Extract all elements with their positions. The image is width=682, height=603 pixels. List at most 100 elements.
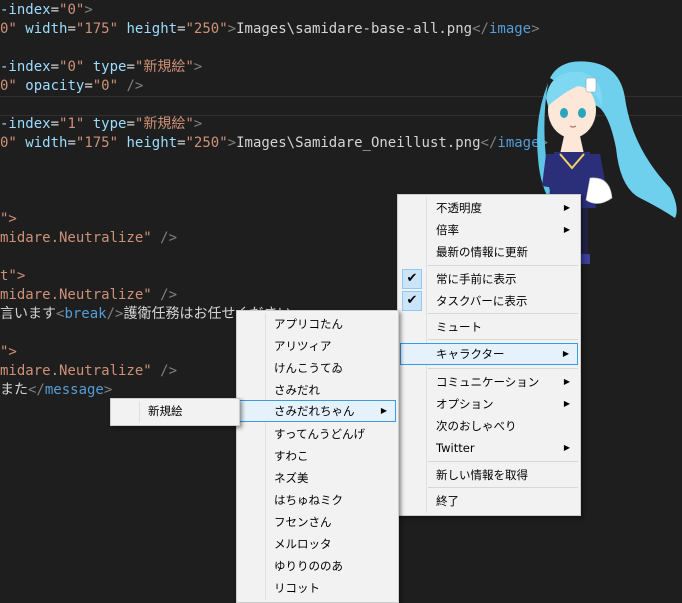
code-line: -index="1" type="新規絵"> — [0, 115, 202, 134]
menu-separator — [428, 265, 578, 266]
code-token: "175" — [75, 21, 119, 37]
menu-item-label: 最新の情報に更新 — [436, 245, 528, 259]
menu-item-next-talk[interactable]: 次のおしゃべり — [400, 415, 578, 437]
menu-item-sutten[interactable]: すってんうどんげ — [239, 423, 396, 445]
menu-item-merlotta[interactable]: メルロッタ — [239, 533, 396, 555]
menu-item-label: Twitter — [436, 441, 475, 455]
checkmark-icon: ✔ — [402, 291, 422, 311]
menu-item-label: ゆりりののあ — [274, 559, 343, 573]
menu-item-label: 常に手前に表示 — [436, 272, 517, 286]
code-token: 言います — [0, 306, 56, 322]
code-token: /> — [106, 306, 124, 322]
code-token: また — [0, 382, 28, 398]
menu-item-label: すってんうどんげ — [274, 427, 365, 441]
code-token: image — [488, 21, 532, 37]
menu-item-exit[interactable]: 終了 — [400, 490, 578, 512]
code-token: = — [126, 116, 135, 132]
menu-item-yuri[interactable]: ゆりりののあ — [239, 555, 396, 577]
menu-item-label: ネズ美 — [274, 471, 309, 485]
menu-item-apurikotan[interactable]: アプリコたん — [239, 313, 396, 335]
code-token: = — [50, 116, 60, 132]
code-token: -index — [0, 59, 51, 75]
menu-item-kenkoute[interactable]: けんこうてゐ — [239, 357, 396, 379]
menu-item-label: アプリコたん — [274, 317, 343, 331]
menu-item-always-on-top[interactable]: ✔ 常に手前に表示 — [400, 268, 578, 290]
menu-item-label: さみだれ — [274, 383, 320, 397]
submenu-arrow-icon: ▶ — [563, 443, 570, 452]
code-token: /> — [160, 363, 178, 379]
menu-item-label: アリツィア — [274, 339, 332, 353]
menu-item-communication[interactable]: コミュニケーション ▶ — [400, 371, 578, 393]
submenu-arrow-icon: ▶ — [563, 203, 570, 212]
context-menu-character-images: 新規絵 — [110, 398, 240, 426]
code-token: height — [126, 21, 178, 37]
menu-separator — [428, 313, 578, 314]
menu-item-label: すわこ — [274, 449, 309, 463]
code-token: > — [227, 21, 237, 37]
code-token: "250" — [185, 135, 228, 151]
menu-separator — [428, 487, 578, 488]
menu-item-samidare-chan[interactable]: さみだれちゃん ▶ — [239, 400, 396, 422]
code-line: また</message> — [0, 381, 112, 400]
menu-item-opacity[interactable]: 不透明度 ▶ — [400, 197, 578, 219]
menu-separator — [428, 339, 578, 340]
menu-item-mute[interactable]: ミュート — [400, 316, 578, 338]
code-token: = — [67, 21, 76, 37]
menu-item-refresh[interactable]: 最新の情報に更新 — [400, 241, 578, 263]
menu-item-samidare[interactable]: さみだれ — [239, 379, 396, 401]
code-token: = — [126, 59, 135, 75]
menu-item-twitter[interactable]: Twitter ▶ — [400, 437, 578, 459]
menu-separator — [428, 368, 578, 369]
menu-item-new-image[interactable]: 新規絵 — [113, 400, 237, 422]
code-token: = — [84, 78, 93, 94]
code-line: midare.Neutralize" /> — [0, 362, 177, 381]
menu-item-label: けんこうてゐ — [274, 361, 343, 375]
code-line: "> — [0, 343, 17, 362]
code-token: "1" — [59, 116, 85, 132]
code-token: Images\samidare-base-all.png — [236, 21, 473, 37]
menu-item-nezumi[interactable]: ネズ美 — [239, 467, 396, 489]
menu-item-character[interactable]: キャラクター ▶ — [400, 343, 578, 365]
code-token: = — [50, 59, 60, 75]
code-token: 0" — [0, 78, 17, 94]
code-token: > — [193, 116, 203, 132]
code-token: </ — [480, 135, 498, 151]
code-line: 0" width="175" height="250">Images\Samid… — [0, 134, 548, 153]
menu-item-show-in-taskbar[interactable]: ✔ タスクバーに表示 — [400, 290, 578, 312]
menu-item-label: さみだれちゃん — [274, 404, 355, 418]
code-token: = — [177, 135, 186, 151]
code-token: > — [531, 21, 540, 37]
context-menu-characters: アプリコたん アリツィアけんこうてゐ さみだれさみだれちゃん ▶ すってんうどんげ すわこ… — [236, 310, 399, 603]
menu-item-ricotte[interactable]: リコット — [239, 577, 396, 599]
code-token: type — [92, 59, 127, 75]
code-token: message — [44, 382, 104, 398]
menu-item-fusen[interactable]: フセンさん — [239, 511, 396, 533]
code-token: width — [25, 135, 68, 151]
menu-item-suwako[interactable]: すわこ — [239, 445, 396, 467]
menu-item-hachune[interactable]: はちゅねミク — [239, 489, 396, 511]
code-token: midare.Neutralize" — [0, 363, 152, 379]
menu-item-alicia[interactable]: アリツィア — [239, 335, 396, 357]
submenu-arrow-icon: ▶ — [563, 377, 570, 386]
menu-item-label: 不透明度 — [436, 201, 482, 215]
code-token: "> — [0, 211, 17, 227]
menu-item-get-new-info[interactable]: 新しい情報を取得 — [400, 464, 578, 486]
code-token: = — [177, 21, 186, 37]
code-token: -index — [0, 116, 51, 132]
code-token: "0" — [59, 2, 85, 18]
code-token: "0" — [59, 59, 85, 75]
code-line: "> — [0, 210, 17, 229]
code-token: midare.Neutralize" — [0, 287, 152, 303]
menu-item-options[interactable]: オプション ▶ — [400, 393, 578, 415]
code-line: 0" width="175" height="250">Images\samid… — [0, 20, 540, 39]
code-token: type — [92, 116, 127, 132]
menu-item-label: 倍率 — [436, 223, 459, 237]
menu-item-zoom[interactable]: 倍率 ▶ — [400, 219, 578, 241]
code-token: midare.Neutralize" — [0, 230, 152, 246]
code-token: "新規絵" — [134, 116, 194, 132]
code-token: </ — [472, 21, 489, 37]
code-token: Images\Samidare_Oneillust.png — [236, 135, 481, 151]
menu-item-label: タスクバーに表示 — [436, 294, 528, 308]
